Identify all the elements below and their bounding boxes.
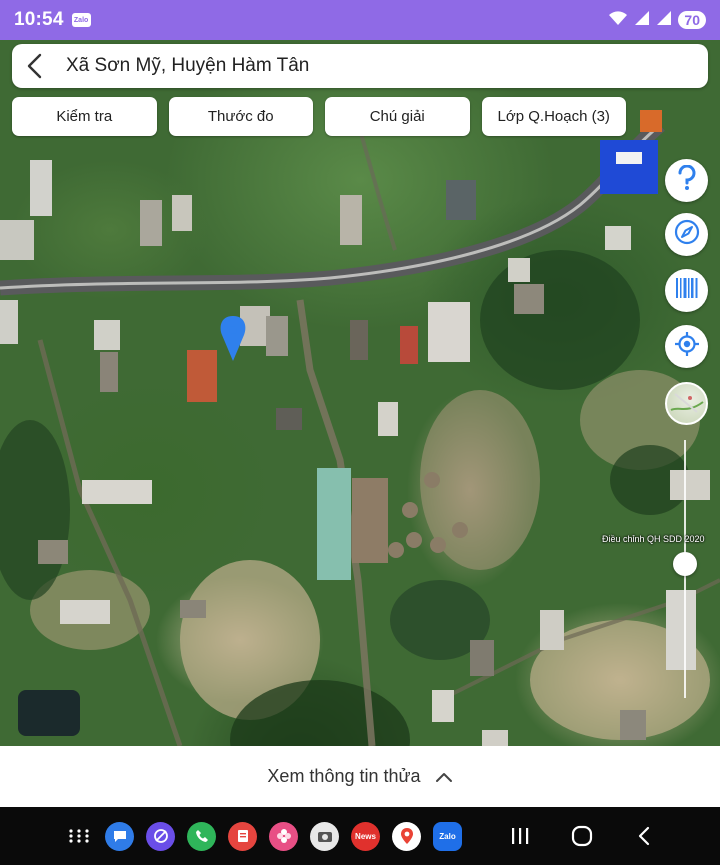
signal-icon: [634, 10, 650, 30]
planning-opacity-handle[interactable]: [673, 552, 697, 576]
zalo-notification-icon: Zalo: [71, 13, 91, 27]
locate-icon: [674, 331, 700, 362]
maps-app-icon[interactable]: [392, 821, 421, 851]
barcode-icon: [675, 277, 699, 304]
status-bar: 10:54 Zalo 70: [0, 0, 720, 40]
help-button[interactable]: [665, 159, 708, 202]
measure-button[interactable]: Thước đo: [168, 97, 313, 136]
home-button[interactable]: [562, 816, 602, 856]
help-icon: [676, 164, 698, 196]
wifi-icon: [608, 10, 628, 31]
check-button[interactable]: Kiểm tra: [12, 97, 157, 136]
parcel-info-label: Xem thông tin thửa: [267, 766, 421, 786]
apps-grid-icon[interactable]: [64, 822, 93, 851]
location-header: Xã Sơn Mỹ, Huyện Hàm Tân: [12, 44, 708, 88]
back-button[interactable]: [624, 816, 664, 856]
signal-icon: [656, 10, 672, 30]
planning-layer-button[interactable]: Lớp Q.Hoạch (3): [481, 97, 626, 136]
map-imagery: [0, 110, 720, 746]
location-title[interactable]: Xã Sơn Mỹ, Huyện Hàm Tân: [66, 55, 309, 77]
zalo-app-icon[interactable]: Zalo: [433, 821, 462, 851]
notes-app-icon[interactable]: [228, 821, 257, 851]
satellite-map[interactable]: [0, 40, 720, 746]
camera-app-icon[interactable]: [310, 821, 339, 851]
compass-button[interactable]: [665, 213, 708, 256]
news-app-icon[interactable]: News: [351, 821, 380, 851]
gallery-app-icon[interactable]: [269, 821, 298, 851]
battery-icon: 70: [678, 11, 706, 29]
parcel-info-sheet[interactable]: Xem thông tin thửa: [0, 746, 720, 807]
compass-icon: [674, 219, 700, 250]
status-icons: 70: [608, 10, 706, 31]
my-location-button[interactable]: [665, 325, 708, 368]
chevron-up-icon[interactable]: [435, 771, 453, 783]
messages-app-icon[interactable]: [105, 821, 134, 851]
browser-app-icon[interactable]: [146, 821, 175, 851]
planning-opacity-label: Điều chỉnh QH SDD 2020: [602, 534, 705, 544]
phone-app-icon[interactable]: [187, 821, 216, 851]
map-layer-toggle[interactable]: [665, 382, 708, 425]
system-nav-bar: News Zalo: [0, 807, 720, 865]
legend-button[interactable]: Chú giải: [325, 97, 470, 136]
status-time: 10:54: [14, 9, 64, 30]
recents-button[interactable]: [500, 816, 540, 856]
location-marker[interactable]: [220, 316, 246, 361]
barcode-scan-button[interactable]: [665, 269, 708, 312]
map-toolbar: Kiểm tra Thước đo Chú giải Lớp Q.Hoạch (…: [12, 97, 626, 136]
back-arrow-icon[interactable]: [26, 51, 52, 81]
